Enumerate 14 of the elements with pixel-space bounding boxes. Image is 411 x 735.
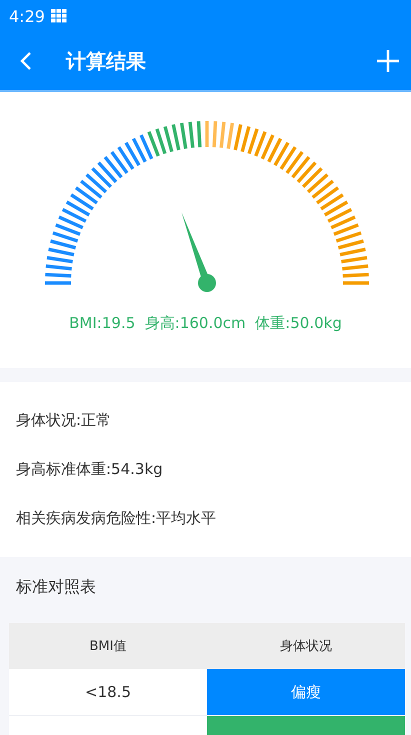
add-icon[interactable]	[377, 50, 399, 72]
info-text: 身高标准体重:54.3kg	[16, 459, 164, 480]
status-time: 4:29	[9, 6, 45, 26]
bmi-summary: BMI:19.5 身高:160.0cm 体重:50.0kg	[68, 314, 343, 333]
back-icon[interactable]	[20, 51, 32, 71]
grid-icon	[50, 9, 67, 23]
section-title: 标准对照表	[15, 577, 97, 598]
info-text: 相关疾病发病危险性:平均水平	[16, 508, 218, 529]
table-cell-text: <18.5	[84, 682, 132, 703]
info-text: 身体状况:正常	[16, 410, 112, 431]
page-title: 计算结果	[66, 48, 147, 74]
column-header: 身体状况	[279, 638, 333, 656]
column-header: BMI值	[88, 638, 128, 656]
status-cell: 偏瘦	[207, 669, 405, 715]
